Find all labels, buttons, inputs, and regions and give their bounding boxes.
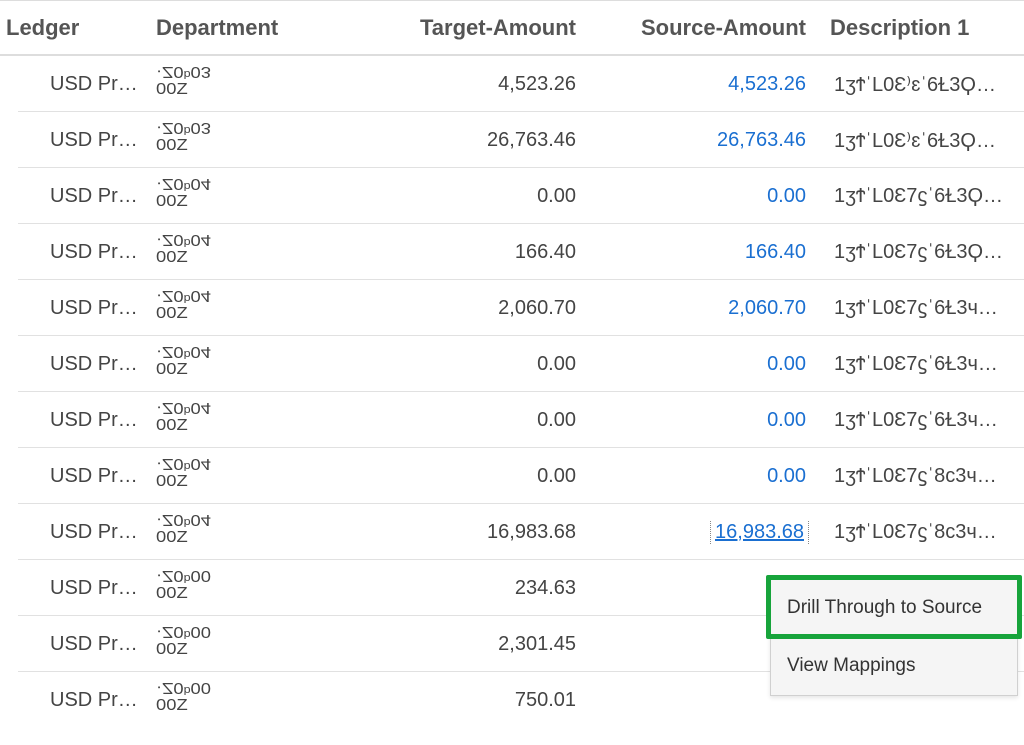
cell-department: ·Z0ᵇ0400Z: [150, 176, 325, 216]
cell-source-amount[interactable]: 0.00: [590, 409, 820, 432]
col-header-department[interactable]: Department: [150, 15, 325, 41]
cell-source-amount[interactable]: 2,060.70: [590, 297, 820, 320]
cell-source-amount[interactable]: 166.40: [590, 241, 820, 264]
cell-department: ·Z0ᵇ0300Z: [150, 120, 325, 160]
cell-target-amount: 0.00: [325, 465, 590, 488]
cell-department: ·Z0ᵇ0400Z: [150, 456, 325, 496]
cell-ledger: USD Pr…: [0, 577, 150, 600]
table-row[interactable]: USD Pr…·Z0ᵇ0300Z4,523.264,523.261ʒϮˈL0Ɛ⁾…: [0, 56, 1024, 112]
cell-ledger: USD Pr…: [0, 521, 150, 544]
cell-ledger: USD Pr…: [0, 73, 150, 96]
cell-source-amount[interactable]: 0.00: [590, 465, 820, 488]
cell-ledger: USD Pr…: [0, 185, 150, 208]
table-header-row: Ledger Department Target-Amount Source-A…: [0, 0, 1024, 56]
cell-target-amount: 750.01: [325, 689, 590, 712]
cell-ledger: USD Pr…: [0, 297, 150, 320]
cell-target-amount: 234.63: [325, 577, 590, 600]
table-row[interactable]: USD Pr…·Z0ᵇ0400Z2,060.702,060.701ʒϮˈL0Ɛ7…: [0, 280, 1024, 336]
menu-item-drill-through[interactable]: Drill Through to Source: [771, 579, 1017, 637]
cell-target-amount: 0.00: [325, 185, 590, 208]
cell-department: ·Z0ᵇ0400Z: [150, 288, 325, 328]
cell-source-amount[interactable]: 26,763.46: [590, 129, 820, 152]
table-row[interactable]: USD Pr…·Z0ᵇ0400Z0.000.001ʒϮˈL0Ɛ7ϛˈ6Ɫ3ч…: [0, 392, 1024, 448]
cell-ledger: USD Pr…: [0, 409, 150, 432]
cell-ledger: USD Pr…: [0, 241, 150, 264]
cell-department: ·Z0ᵇ0400Z: [150, 232, 325, 272]
cell-ledger: USD Pr…: [0, 465, 150, 488]
cell-department: ·Z0ᵇ0000Z: [150, 624, 325, 664]
cell-ledger: USD Pr…: [0, 353, 150, 376]
cell-department: ·Z0ᵇ0000Z: [150, 680, 325, 720]
col-header-source[interactable]: Source-Amount: [590, 15, 820, 41]
cell-description: 1ʒϮˈL0Ɛ⁾ɛˈ6Ɫ3Ϙ…: [820, 72, 1024, 97]
cell-description: 1ʒϮˈL0Ɛ7ϛˈ8ᴄ3ч…: [820, 521, 1024, 544]
cell-description: 1ʒϮˈL0Ɛ⁾ɛˈ6Ɫ3Ϙ…: [820, 128, 1024, 153]
cell-description: 1ʒϮˈL0Ɛ7ϛˈ6Ɫ3ч…: [820, 353, 1024, 376]
cell-target-amount: 2,301.45: [325, 633, 590, 656]
col-header-target[interactable]: Target-Amount: [325, 15, 590, 41]
cell-department: ·Z0ᵇ0400Z: [150, 400, 325, 440]
cell-target-amount: 4,523.26: [325, 73, 590, 96]
cell-department: ·Z0ᵇ0000Z: [150, 568, 325, 608]
cell-ledger: USD Pr…: [0, 689, 150, 712]
table-row[interactable]: USD Pr…·Z0ᵇ0400Z0.000.001ʒϮˈL0Ɛ7ϛˈ6Ɫ3Ϙ…: [0, 168, 1024, 224]
cell-source-amount[interactable]: 0.00: [590, 353, 820, 376]
col-header-description[interactable]: Description 1: [820, 15, 1024, 41]
cell-description: 1ʒϮˈL0Ɛ7ϛˈ6Ɫ3ч…: [820, 297, 1024, 320]
context-menu: Drill Through to Source View Mappings: [770, 578, 1018, 696]
cell-description: 1ʒϮˈL0Ɛ7ϛˈ6Ɫ3ч…: [820, 409, 1024, 432]
cell-source-amount[interactable]: 16,983.68: [590, 521, 820, 544]
cell-ledger: USD Pr…: [0, 633, 150, 656]
cell-ledger: USD Pr…: [0, 129, 150, 152]
cell-target-amount: 166.40: [325, 241, 590, 264]
cell-target-amount: 2,060.70: [325, 297, 590, 320]
cell-department: ·Z0ᵇ0400Z: [150, 512, 325, 552]
cell-target-amount: 0.00: [325, 353, 590, 376]
table-row[interactable]: USD Pr…·Z0ᵇ0300Z26,763.4626,763.461ʒϮˈL0…: [0, 112, 1024, 168]
cell-description: 1ʒϮˈL0Ɛ7ϛˈ6Ɫ3Ϙ…: [820, 185, 1024, 208]
table-row[interactable]: USD Pr…·Z0ᵇ0400Z0.000.001ʒϮˈL0Ɛ7ϛˈ8ᴄ3ч…: [0, 448, 1024, 504]
cell-department: ·Z0ᵇ0400Z: [150, 344, 325, 384]
table-row[interactable]: USD Pr…·Z0ᵇ0400Z0.000.001ʒϮˈL0Ɛ7ϛˈ6Ɫ3ч…: [0, 336, 1024, 392]
cell-description: 1ʒϮˈL0Ɛ7ϛˈ8ᴄ3ч…: [820, 465, 1024, 488]
cell-description: 1ʒϮˈL0Ɛ7ϛˈ6Ɫ3Ϙ…: [820, 241, 1024, 264]
cell-target-amount: 0.00: [325, 409, 590, 432]
menu-item-view-mappings[interactable]: View Mappings: [771, 637, 1017, 695]
table-row[interactable]: USD Pr…·Z0ᵇ0400Z16,983.6816,983.681ʒϮˈL0…: [0, 504, 1024, 560]
cell-department: ·Z0ᵇ0300Z: [150, 64, 325, 104]
cell-source-amount[interactable]: 4,523.26: [590, 73, 820, 96]
table-row[interactable]: USD Pr…·Z0ᵇ0400Z166.40166.401ʒϮˈL0Ɛ7ϛˈ6Ɫ…: [0, 224, 1024, 280]
col-header-ledger[interactable]: Ledger: [0, 15, 150, 41]
cell-source-amount[interactable]: 0.00: [590, 185, 820, 208]
cell-target-amount: 26,763.46: [325, 129, 590, 152]
cell-target-amount: 16,983.68: [325, 521, 590, 544]
